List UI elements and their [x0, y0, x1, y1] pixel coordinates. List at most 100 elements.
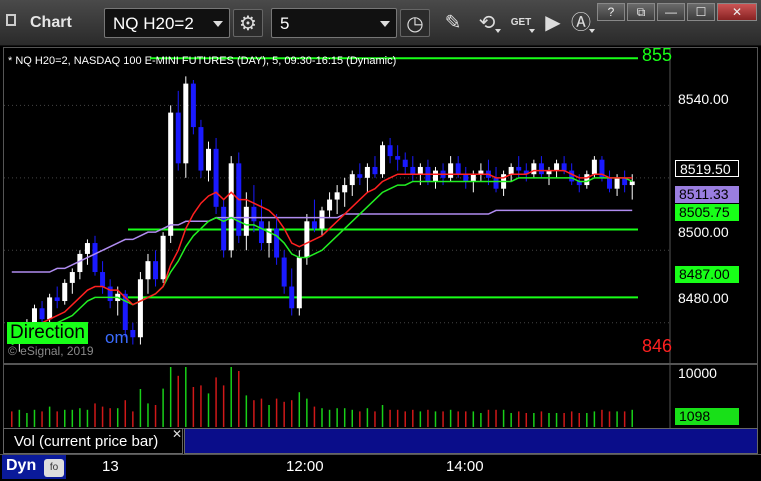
candle-body: [387, 145, 393, 157]
vwap-price-tag: 8511.33: [675, 186, 739, 203]
candle-body: [470, 174, 476, 182]
symbol-input[interactable]: NQ H20=2: [104, 8, 230, 38]
candle-body: [168, 112, 174, 236]
candle-body: [591, 159, 597, 175]
candle-body: [357, 174, 363, 178]
chevron-down-icon: [495, 29, 501, 33]
minimize-button[interactable]: —: [657, 3, 685, 21]
candle-body: [569, 170, 575, 182]
candle-body: [251, 206, 257, 222]
window-title: Chart: [30, 14, 72, 31]
candle-body: [319, 210, 325, 229]
candle-body: [258, 221, 264, 244]
candle-body: [364, 166, 370, 178]
title-bar: Chart NQ H20=2 ⚙ 5 ◷ ✎ ⟲ GET ▶ Ⓐ ? ⧉ — ☐…: [0, 0, 761, 46]
direction-overlay-text: om: [105, 328, 129, 347]
candle-body: [47, 297, 53, 320]
studies-icon[interactable]: ⟲: [472, 9, 502, 37]
alert-icon[interactable]: Ⓐ: [566, 9, 596, 37]
y-tick: 8540.00: [678, 91, 729, 107]
play-icon[interactable]: ▶: [538, 9, 568, 37]
candle-body: [402, 159, 408, 167]
y-tick: 8480.00: [678, 290, 729, 306]
candle-body: [54, 297, 60, 302]
candle-body: [607, 177, 613, 189]
chevron-down-icon: [589, 29, 595, 33]
close-icon[interactable]: ✕: [172, 427, 182, 441]
candle-body: [508, 166, 514, 175]
candle-body: [372, 166, 378, 175]
candle-body: [100, 272, 106, 287]
candle-body: [417, 166, 423, 175]
candle-body: [614, 177, 620, 189]
candle-body: [493, 177, 499, 189]
candle-body: [130, 330, 136, 338]
candle-body: [334, 192, 340, 200]
candle-body: [432, 170, 438, 182]
volume-last-tag: 1098: [675, 408, 739, 425]
get-data-icon[interactable]: GET: [506, 9, 536, 37]
study-panel-bar: [184, 428, 758, 454]
clock-icon[interactable]: ◷: [400, 9, 430, 37]
chevron-down-icon[interactable]: [213, 21, 223, 27]
link-button[interactable]: ⧉: [627, 3, 655, 21]
candle-body: [296, 257, 302, 309]
candle-body: [538, 163, 544, 175]
candle-body: [183, 83, 189, 164]
candle-body: [39, 308, 45, 320]
candle-body: [153, 261, 159, 280]
candle-body: [198, 127, 204, 171]
candle-body: [281, 257, 287, 287]
y-tick: 8500.00: [678, 224, 729, 240]
candle-body: [531, 163, 537, 175]
candle-body: [228, 163, 234, 251]
candle-body: [311, 221, 317, 229]
candle-body: [69, 272, 75, 283]
candle-body: [554, 163, 560, 171]
chevron-down-icon: [529, 29, 535, 33]
candle-body: [380, 145, 386, 175]
direction-badge[interactable]: Direction: [7, 322, 88, 344]
candle-body: [31, 308, 37, 323]
get-label: GET: [510, 17, 532, 28]
candle-body: [455, 163, 461, 175]
interval-value: 5: [280, 14, 290, 33]
candle-body: [160, 235, 166, 280]
candle-body: [629, 181, 635, 186]
ema-fast-line: [11, 169, 633, 335]
price-chart[interactable]: [0, 47, 761, 364]
copyright-text: © eSignal, 2019: [8, 344, 94, 358]
stop-level-label: 846: [642, 336, 673, 356]
interval-select[interactable]: 5: [271, 8, 397, 38]
candle-body: [243, 206, 249, 236]
candle-body: [448, 163, 454, 178]
study-label[interactable]: Vol (current price bar): [3, 428, 183, 454]
maximize-button[interactable]: ☐: [687, 3, 715, 21]
candle-body: [62, 282, 68, 302]
time-label: 14:00: [446, 458, 484, 475]
candle-body: [304, 221, 310, 258]
formula-icon[interactable]: fo: [44, 459, 64, 477]
candle-body: [463, 174, 469, 182]
candle-body: [175, 112, 181, 164]
candle-body: [221, 206, 227, 251]
candle-body: [206, 148, 212, 171]
candle-body: [84, 243, 90, 254]
candle-body: [395, 156, 401, 160]
candle-body: [274, 228, 280, 258]
ema-slow-line: [11, 177, 633, 346]
candle-body: [92, 243, 98, 273]
time-label: 12:00: [286, 458, 324, 475]
candle-body: [561, 163, 567, 171]
top-level-label: 855: [642, 45, 673, 65]
candle-body: [145, 261, 151, 280]
help-button[interactable]: ?: [597, 3, 625, 21]
chart-app-icon: [6, 14, 16, 26]
close-button[interactable]: ✕: [717, 3, 757, 21]
chevron-down-icon[interactable]: [380, 21, 390, 27]
symbol-value: NQ H20=2: [113, 14, 194, 33]
candle-body: [327, 199, 333, 211]
pencil-draw-icon[interactable]: ✎: [438, 9, 468, 37]
settings-gear-icon[interactable]: ⚙: [233, 9, 263, 37]
candle-body: [213, 148, 219, 207]
